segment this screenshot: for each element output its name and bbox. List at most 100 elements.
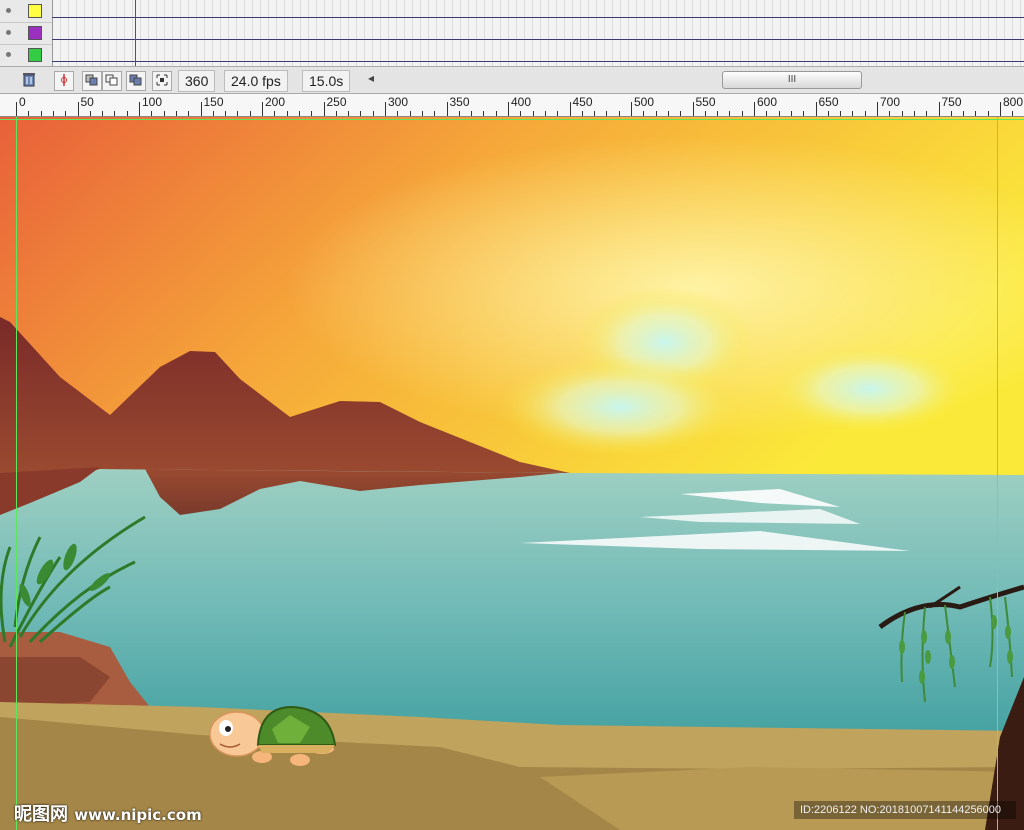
- ruler-minor-tick: [827, 111, 829, 116]
- onion-skin-icon[interactable]: [82, 71, 102, 91]
- ruler-label: 100: [142, 95, 163, 109]
- ruler-minor-tick: [225, 111, 227, 116]
- ruler-minor-tick: [520, 111, 522, 116]
- frames-track[interactable]: [52, 44, 1024, 66]
- ruler-major-tick: [139, 102, 140, 116]
- ruler-minor-tick: [840, 111, 842, 116]
- ruler-minor-tick: [581, 111, 583, 116]
- layer-row[interactable]: [0, 44, 1024, 67]
- edit-multiple-frames-icon[interactable]: [126, 71, 146, 91]
- ruler-minor-tick: [495, 111, 497, 116]
- layer-color-swatch[interactable]: [28, 4, 42, 18]
- ruler-minor-tick: [532, 111, 534, 116]
- ruler-minor-tick: [852, 111, 854, 116]
- ruler-minor-tick: [434, 111, 436, 116]
- layer-row[interactable]: [0, 0, 1024, 23]
- modify-markers-icon[interactable]: [152, 71, 172, 91]
- layer-color-swatch[interactable]: [28, 48, 42, 62]
- ruler-minor-tick: [790, 111, 792, 116]
- horizontal-scrollbar-thumb[interactable]: III: [722, 71, 862, 89]
- visibility-dot-icon[interactable]: [6, 8, 11, 13]
- ruler-minor-tick: [360, 111, 362, 116]
- ruler-minor-tick: [102, 111, 104, 116]
- ruler-minor-tick: [544, 111, 546, 116]
- ruler-major-tick: [385, 102, 386, 116]
- ruler-label: 550: [695, 95, 716, 109]
- scroll-left-arrow-icon[interactable]: ◂: [368, 71, 374, 85]
- frames-track[interactable]: [52, 22, 1024, 44]
- ruler-minor-tick: [237, 111, 239, 116]
- ruler-label: 50: [80, 95, 94, 109]
- current-frame-field: 360: [178, 70, 216, 92]
- ruler-label: 200: [265, 95, 286, 109]
- ruler-minor-tick: [913, 111, 915, 116]
- frame-rate-field[interactable]: 24.0 fps: [224, 70, 288, 92]
- cloud-glow: [500, 357, 740, 457]
- layer-row[interactable]: [0, 22, 1024, 45]
- ruler-minor-tick: [126, 111, 128, 116]
- layer-color-swatch[interactable]: [28, 26, 42, 40]
- ruler-minor-tick: [557, 111, 559, 116]
- ruler-minor-tick: [901, 111, 903, 116]
- ruler-label: 650: [818, 95, 839, 109]
- ruler-minor-tick: [335, 111, 337, 116]
- visibility-dot-icon[interactable]: [6, 30, 11, 35]
- ruler-label: 150: [203, 95, 224, 109]
- visibility-dot-icon[interactable]: [6, 52, 11, 57]
- ruler-label: 300: [388, 95, 409, 109]
- cloud-glow: [770, 344, 970, 434]
- ruler-minor-tick: [471, 111, 473, 116]
- stage-canvas[interactable]: [0, 117, 1024, 830]
- onion-skin-outlines-icon[interactable]: [102, 71, 122, 91]
- trash-icon[interactable]: [20, 71, 38, 89]
- watermark-id: ID:2206122 NO:20181007141144256000: [794, 801, 1016, 819]
- playhead[interactable]: [135, 0, 136, 66]
- ruler-minor-tick: [655, 111, 657, 116]
- ruler-minor-tick: [483, 111, 485, 116]
- ruler-minor-tick: [643, 111, 645, 116]
- ruler-minor-tick: [397, 111, 399, 116]
- frames-track[interactable]: [52, 0, 1024, 22]
- ruler-minor-tick: [667, 111, 669, 116]
- ruler-minor-tick: [594, 111, 596, 116]
- ruler-major-tick: [16, 102, 17, 116]
- ruler-minor-tick: [348, 111, 350, 116]
- ruler-major-tick: [446, 102, 448, 116]
- ruler-major-tick: [877, 102, 878, 116]
- horizontal-ruler: 0 50 100 150 200 250 300 350 400 450 500 550 600 650 7…: [0, 94, 1024, 117]
- ruler-minor-tick: [40, 111, 42, 116]
- ruler-minor-tick: [778, 111, 780, 116]
- watermark-site: 昵图网 www.nipic.com: [14, 800, 202, 826]
- ruler-minor-tick: [963, 111, 965, 116]
- ruler-major-tick: [692, 102, 694, 116]
- ruler-label: 450: [572, 95, 593, 109]
- ruler-minor-tick: [704, 111, 706, 116]
- ruler-minor-tick: [606, 111, 608, 116]
- frame-span-line: [52, 39, 1024, 40]
- ruler-minor-tick: [618, 111, 620, 116]
- ruler-minor-tick: [864, 111, 866, 116]
- ruler-minor-tick: [889, 111, 891, 116]
- stage-guide-left[interactable]: [16, 117, 17, 830]
- ruler-minor-tick: [212, 111, 214, 116]
- ruler-major-tick: [77, 102, 79, 116]
- ruler-minor-tick: [741, 111, 743, 116]
- center-frame-icon[interactable]: [54, 71, 74, 91]
- ruler-minor-tick: [65, 111, 67, 116]
- ruler-label: 0: [19, 95, 26, 109]
- ruler-label: 350: [449, 95, 470, 109]
- stage-guide-right[interactable]: [997, 117, 998, 830]
- ruler-major-tick: [1000, 102, 1001, 116]
- timeline-panel: [0, 0, 1024, 68]
- ruler-major-tick: [938, 102, 940, 116]
- ruler-minor-tick: [249, 111, 251, 116]
- ruler-label: 500: [634, 95, 655, 109]
- ruler-label: 700: [880, 95, 901, 109]
- ruler-minor-tick: [52, 111, 54, 116]
- ruler-major-tick: [262, 102, 263, 116]
- watermark-site-url: www.nipic.com: [74, 806, 202, 824]
- ruler-minor-tick: [409, 111, 411, 116]
- ruler-label: 800: [1003, 95, 1024, 109]
- stage-guide-top[interactable]: [0, 119, 1024, 120]
- ruler-major-tick: [569, 102, 571, 116]
